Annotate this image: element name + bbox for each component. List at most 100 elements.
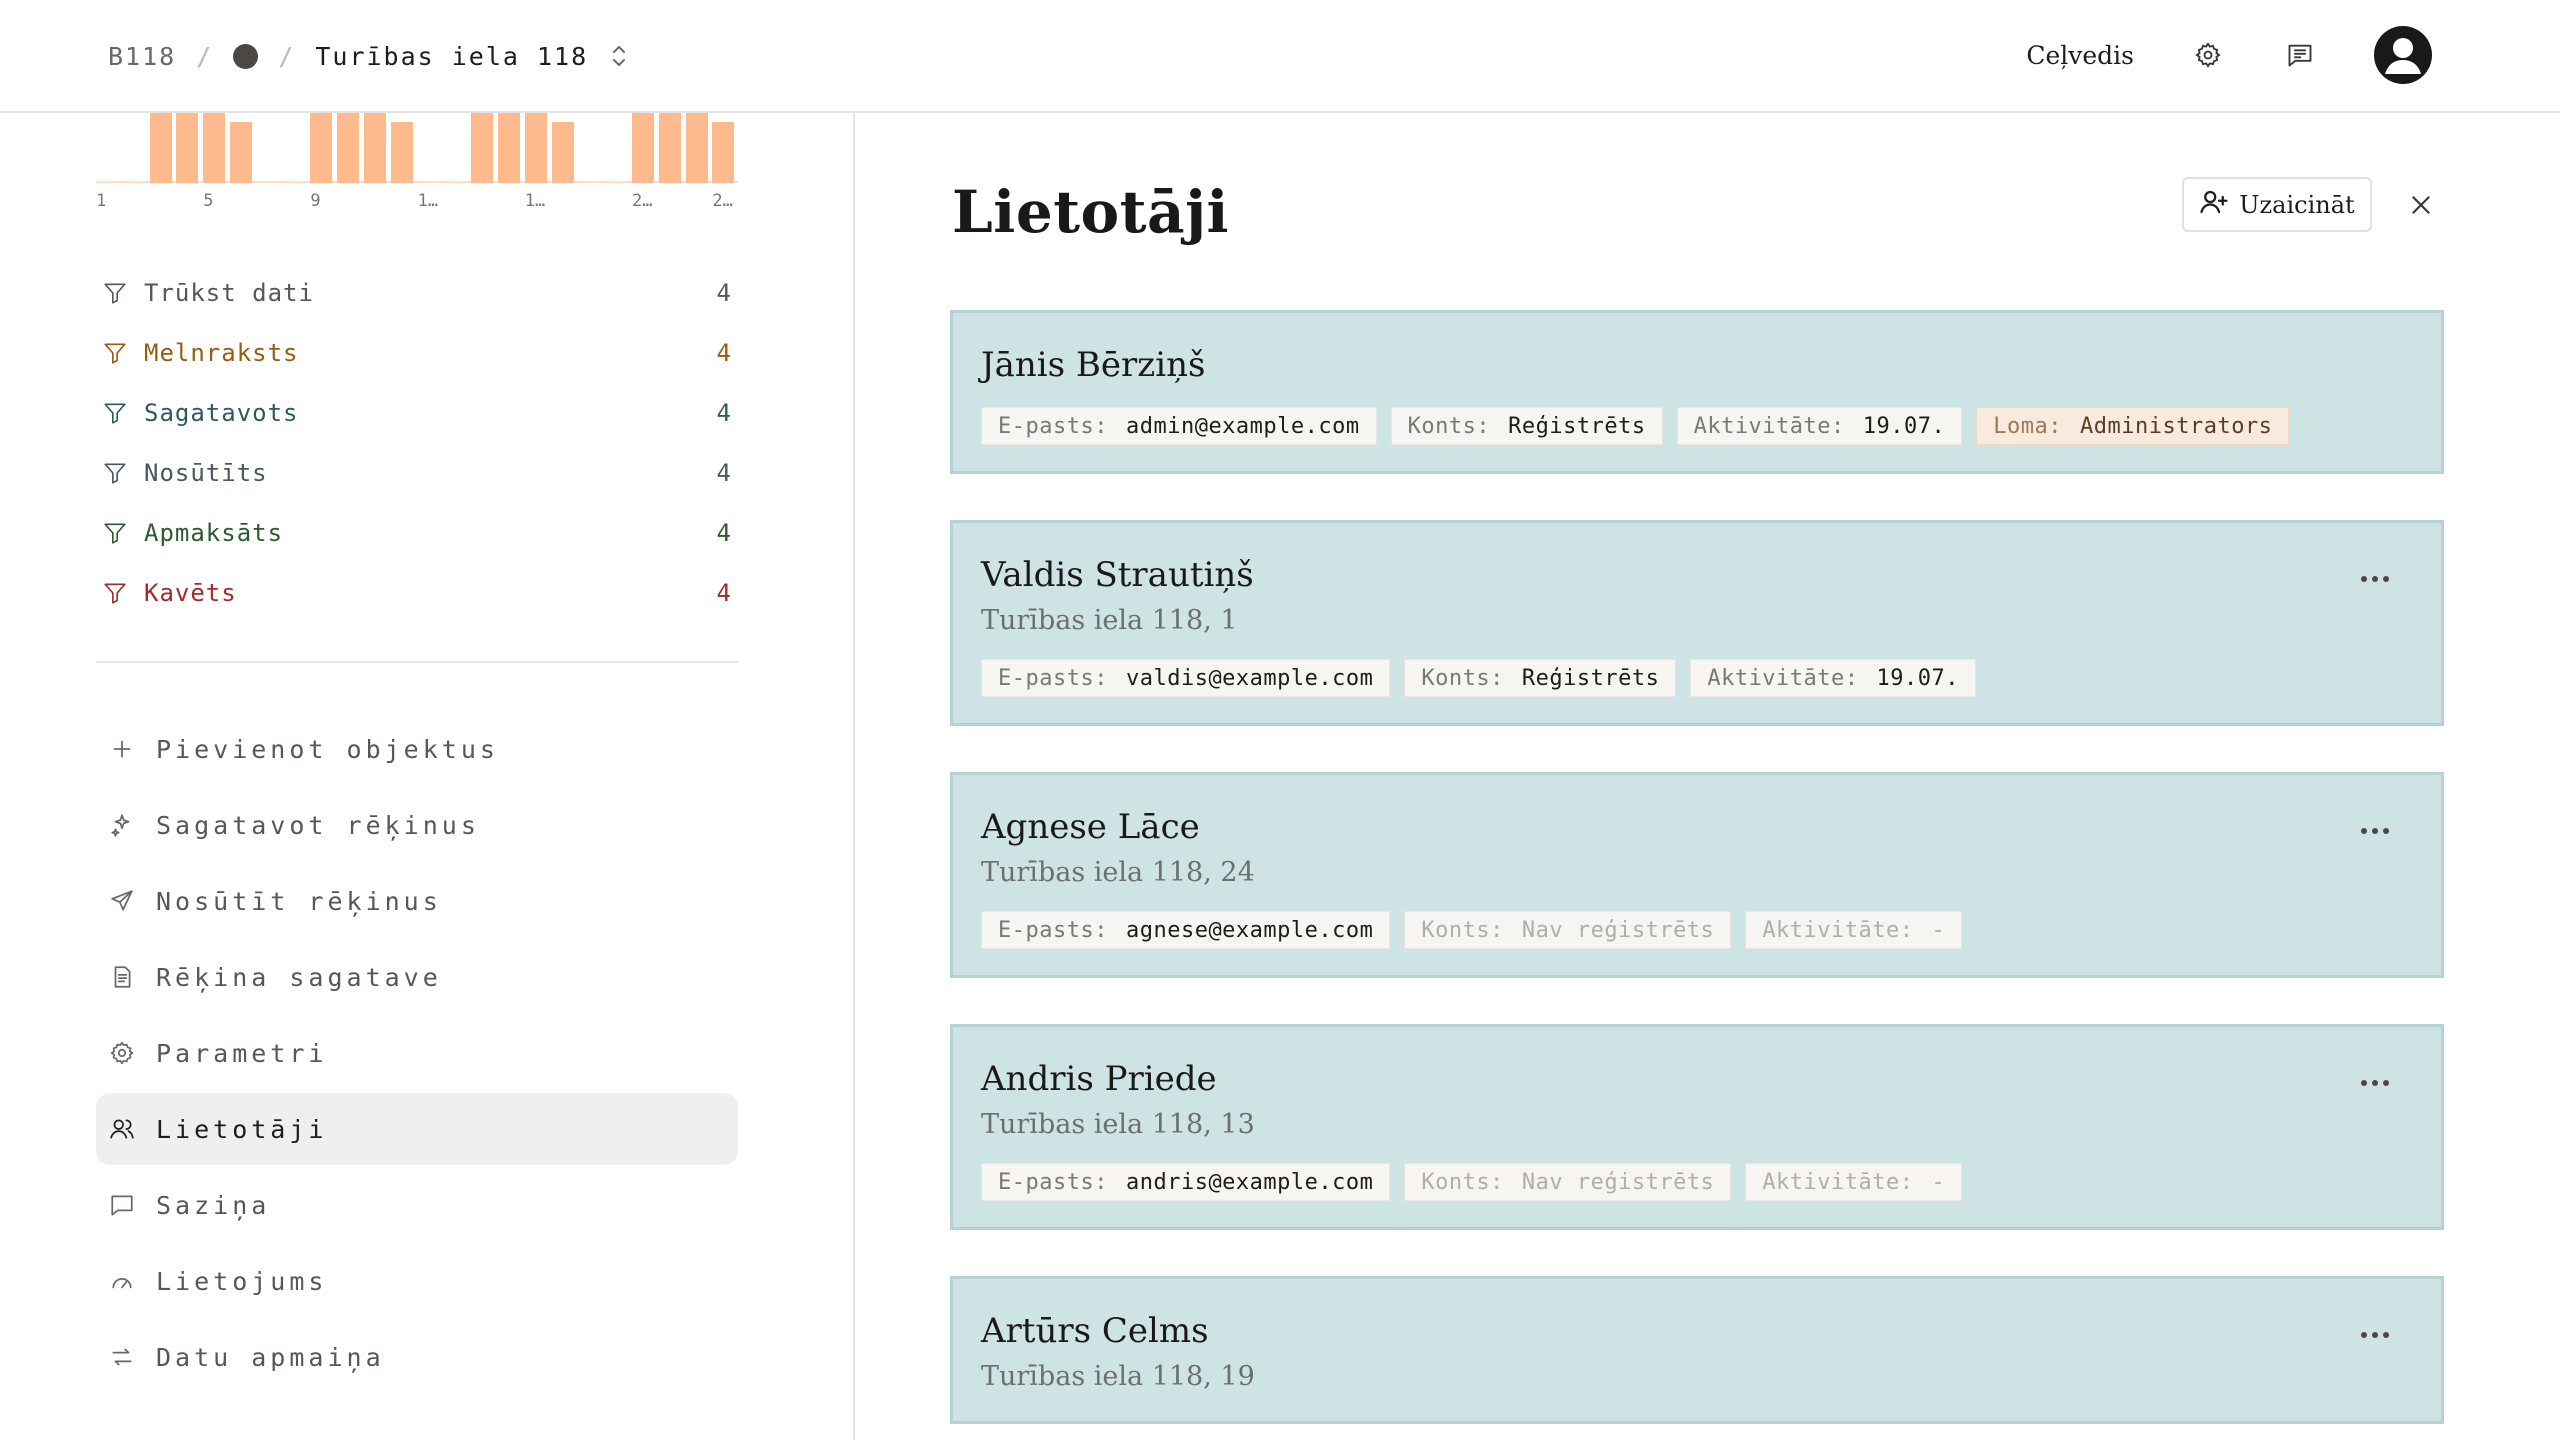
chip-key: E-pasts: [998,917,1108,943]
user-info-chip: E-pasts: valdis@example.com [981,659,1391,697]
user-chip-row: E-pasts: andris@example.com Konts: Nav reģi… [981,1163,2413,1201]
document-icon [108,963,136,991]
guide-link[interactable]: Ceļvedis [2026,41,2134,70]
histogram-bar [712,121,735,183]
user-card[interactable]: Agnese Lāce Turības iela 118, 24 E-pasts: a… [950,772,2444,978]
user-card[interactable]: Artūrs Celms Turības iela 118, 19 [950,1276,2444,1424]
gear-icon[interactable] [2190,37,2226,73]
chip-key: Konts: [1421,917,1504,943]
invite-button-label: Uzaicināt [2239,190,2355,219]
user-plus-icon [2199,187,2229,223]
histogram-tick-label: 1… [417,191,439,211]
histogram-bar [658,113,681,183]
user-name: Artūrs Celms [981,1311,1209,1351]
filter-label: Kavēts [144,579,237,607]
sidebar-item-label: Nosūtīt rēķinus [156,886,442,916]
filter-label: Nosūtīts [144,459,268,487]
more-options-icon[interactable] [2361,821,2401,841]
histogram-tick-label: 1… [524,191,546,211]
sidebar-item-lietojums[interactable]: Lietojums [96,1245,738,1317]
sidebar-item-parametri[interactable]: Parametri [96,1017,738,1089]
chat-icon [108,1191,136,1219]
user-card[interactable]: Andris Priede Turības iela 118, 13 E-pasts… [950,1024,2444,1230]
user-info-chip: Konts: Reģistrēts [1390,407,1663,445]
user-avatar[interactable] [2374,26,2432,84]
histogram-bar [176,113,199,183]
histogram-bar [471,113,494,183]
histogram-bar [256,181,279,183]
user-info-chip: Konts: Nav reģistrēts [1404,911,1732,949]
chip-value: agnese@example.com [1125,917,1374,943]
messages-icon[interactable] [2282,37,2318,73]
histogram-bar [685,113,708,183]
chip-value: Nav reģistrēts [1521,917,1715,943]
user-info-chip: Aktivitāte: 19.07. [1690,659,1977,697]
more-options-icon[interactable] [2361,1325,2401,1345]
sidebar-item-pievienot-objektus[interactable]: Pievienot objektus [96,713,738,785]
chip-value: 19.07. [1876,665,1960,691]
status-filter-item[interactable]: Trūkst dati 4 [102,263,732,323]
sidebar-item-datu-apmaiņa[interactable]: Datu apmaiņa [96,1321,738,1393]
status-filter-item[interactable]: Apmaksāts 4 [102,503,732,563]
sidebar-item-lietotāji[interactable]: Lietotāji [96,1093,738,1165]
chip-key: E-pasts: [998,665,1108,691]
status-filter-item[interactable]: Sagatavots 4 [102,383,732,443]
user-name: Valdis Strautiņš [981,555,1254,595]
histogram-bar [283,181,306,183]
user-info-chip: Aktivitāte: - [1745,1163,1963,1201]
users-panel: Lietotāji Uzaicināt Jānis Bērziņš E-pasts… [857,113,2560,1440]
sidebar-item-sagatavot-rēķinus[interactable]: Sagatavot rēķinus [96,789,738,861]
histogram-bar [605,181,628,183]
sidebar-item-rēķina-sagatave[interactable]: Rēķina sagatave [96,941,738,1013]
sidebar-item-label: Pievienot objektus [156,734,499,764]
sidebar-item-label: Datu apmaiņa [156,1342,385,1372]
sparkle-icon [108,811,136,839]
chip-value: - [1931,917,1946,943]
user-info-chip: Aktivitāte: - [1745,911,1963,949]
page-title: Lietotāji [952,178,1230,246]
chip-key: Konts: [1421,1169,1504,1195]
breadcrumb-code[interactable]: B118 [108,42,176,71]
user-card[interactable]: Valdis Strautiņš Turības iela 118, 1 E-pas… [950,520,2444,726]
status-filter-item[interactable]: Nosūtīts 4 [102,443,732,503]
chip-key: Aktivitāte: [1762,917,1914,943]
more-options-icon[interactable] [2361,569,2401,589]
user-card[interactable]: Jānis Bērziņš E-pasts: admin@example.com Ko… [950,310,2444,474]
user-address: Turības iela 118, 13 [981,1109,1255,1140]
histogram-bar [524,113,547,183]
sidebar-item-label: Sagatavot rēķinus [156,810,480,840]
close-icon[interactable] [2403,187,2439,223]
breadcrumb-building-title[interactable]: Turības iela 118 [315,42,588,71]
histogram-bar [230,121,252,183]
sidebar-item-nosūtīt-rēķinus[interactable]: Nosūtīt rēķinus [96,865,738,937]
filter-icon [102,520,128,546]
chip-value: andris@example.com [1125,1169,1374,1195]
user-info-chip: E-pasts: andris@example.com [981,1163,1391,1201]
more-options-icon[interactable] [2361,1073,2401,1093]
user-address: Turības iela 118, 24 [981,857,1255,888]
gauge-icon [108,1267,136,1295]
sidebar: 1 5 9 1… 1… 2… 2… Trūkst dati 4 Melnraksts 4 Sagat… [0,113,855,1440]
user-name: Agnese Lāce [981,807,1200,847]
filter-count: 4 [716,519,732,547]
user-name: Jānis Bērziņš [981,345,1206,385]
sidebar-item-saziņa[interactable]: Saziņa [96,1169,738,1241]
chip-key: E-pasts: [998,413,1108,439]
chip-value: 19.07. [1862,413,1946,439]
filter-icon [102,340,128,366]
invite-button[interactable]: Uzaicināt [2182,177,2372,232]
histogram-bar [310,113,333,183]
chip-value: - [1931,1169,1946,1195]
user-card-list: Jānis Bērziņš E-pasts: admin@example.com Ko… [950,310,2444,1440]
chip-value: Reģistrēts [1521,665,1660,691]
filter-label: Trūkst dati [144,279,314,307]
filter-label: Melnraksts [144,339,299,367]
histogram-bar [96,181,118,183]
chevron-up-down-icon[interactable] [608,43,630,69]
status-filter-item[interactable]: Kavēts 4 [102,563,732,623]
top-bar: B118 / / Turības iela 118 Ceļvedis [0,0,2560,113]
histogram-bar [390,121,413,183]
status-filter-item[interactable]: Melnraksts 4 [102,323,732,383]
filter-count: 4 [716,399,732,427]
histogram-tick-label: 2… [632,191,653,211]
